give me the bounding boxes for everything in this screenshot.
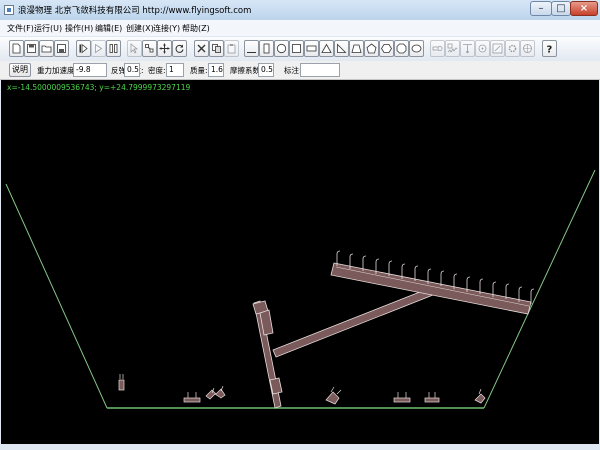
rake-beam[interactable] <box>330 262 532 315</box>
rectangle-icon[interactable] <box>259 40 274 57</box>
debris-plank-3[interactable] <box>424 397 440 403</box>
title-bar[interactable]: 浪漫物理 北京飞敛科技有限公司 http://www.flyingsoft.co… <box>0 0 600 21</box>
play-icon[interactable] <box>76 40 91 57</box>
window-title: 浪漫物理 北京飞敛科技有限公司 http://www.flyingsoft.co… <box>18 6 252 16</box>
debris-tangle-2[interactable] <box>325 386 342 405</box>
right-wall <box>483 169 596 409</box>
square-icon[interactable] <box>289 40 304 57</box>
window-bottom-border <box>0 444 600 450</box>
trapezoid-icon[interactable] <box>349 40 364 57</box>
mass-input[interactable]: 1.61( <box>208 63 224 77</box>
ellipse-icon[interactable] <box>409 40 424 57</box>
rake-beam-inner-line <box>335 266 530 307</box>
paste-icon[interactable] <box>224 40 239 57</box>
save-as-icon[interactable] <box>54 40 69 57</box>
tag-label: 标注: <box>284 66 302 75</box>
debris-small-block[interactable] <box>118 379 125 391</box>
menu-bar: 文件(F) 运行(U) 操作(H) 编辑(E) 创建(X) 连接(Y) 帮助(Z… <box>0 20 600 36</box>
debris-plank-1[interactable] <box>183 397 201 403</box>
spring-icon[interactable] <box>445 40 460 57</box>
pentagon-icon[interactable] <box>364 40 379 57</box>
debris-tangle-3[interactable] <box>474 388 486 404</box>
select-icon[interactable] <box>127 40 142 57</box>
menu-connect[interactable]: 连接(Y) <box>153 23 180 34</box>
friction-input[interactable]: 0.5 <box>258 63 274 77</box>
property-bar: 说明 重力加速度: -9.8 反弹系数: 0.5 密度: 1 质量: 1.61(… <box>0 61 600 80</box>
explain-button[interactable]: 说明 <box>9 63 31 77</box>
new-icon[interactable] <box>9 40 24 57</box>
copy-icon[interactable] <box>209 40 224 57</box>
simulation-canvas[interactable]: x=-14.5000009536743; y=+24.7999973297119 <box>1 80 599 444</box>
hexagon-icon[interactable] <box>379 40 394 57</box>
pan-icon[interactable] <box>157 40 172 57</box>
menu-operate[interactable]: 操作(H) <box>65 23 93 34</box>
open-icon[interactable] <box>39 40 54 57</box>
menu-file[interactable]: 文件(F) <box>7 23 34 34</box>
diagonal-beam[interactable] <box>272 285 439 358</box>
physics-scene <box>5 169 596 409</box>
density-input[interactable]: 1 <box>166 63 184 77</box>
wheel-icon[interactable] <box>520 40 535 57</box>
move-icon[interactable] <box>142 40 157 57</box>
debris-plank-2[interactable] <box>393 397 411 403</box>
rope-icon[interactable] <box>460 40 475 57</box>
close-button[interactable]: × <box>570 1 598 16</box>
circle-icon[interactable] <box>274 40 289 57</box>
menu-edit[interactable]: 编辑(E) <box>95 23 122 34</box>
elasticity-input[interactable]: 0.5 <box>124 63 140 77</box>
line-icon[interactable] <box>244 40 259 57</box>
menu-help[interactable]: 帮助(Z) <box>182 23 210 34</box>
floor-debris <box>118 374 486 405</box>
pause-icon[interactable] <box>106 40 121 57</box>
wide-rect-icon[interactable] <box>304 40 319 57</box>
help-icon[interactable]: ? <box>542 40 557 57</box>
joint-icon[interactable] <box>430 40 445 57</box>
menu-run[interactable]: 运行(U) <box>34 23 62 34</box>
right-triangle-icon[interactable] <box>334 40 349 57</box>
debris-tangle-1[interactable] <box>205 388 226 400</box>
app-icon <box>4 5 14 15</box>
maximize-button[interactable]: □ <box>551 1 571 16</box>
triangle-icon[interactable] <box>319 40 334 57</box>
gravity-input[interactable]: -9.8 <box>73 63 107 77</box>
rotate-icon[interactable] <box>172 40 187 57</box>
svg-text:?: ? <box>547 45 553 55</box>
app-window: 浪漫物理 北京飞敛科技有限公司 http://www.flyingsoft.co… <box>0 0 600 450</box>
tag-input[interactable] <box>300 63 340 77</box>
save-icon[interactable] <box>24 40 39 57</box>
menu-create[interactable]: 创建(X) <box>126 23 154 34</box>
slider-icon[interactable] <box>490 40 505 57</box>
toolbar: ? <box>0 37 600 62</box>
pin-icon[interactable] <box>475 40 490 57</box>
octagon-icon[interactable] <box>394 40 409 57</box>
delete-icon[interactable] <box>194 40 209 57</box>
gear-icon[interactable] <box>505 40 520 57</box>
gravity-label: 重力加速度: <box>37 66 78 75</box>
left-wall <box>5 183 108 409</box>
density-label: 密度: <box>148 66 166 75</box>
mass-label: 质量: <box>190 66 208 75</box>
step-icon[interactable] <box>91 40 106 57</box>
minimize-button[interactable]: – <box>530 1 552 16</box>
